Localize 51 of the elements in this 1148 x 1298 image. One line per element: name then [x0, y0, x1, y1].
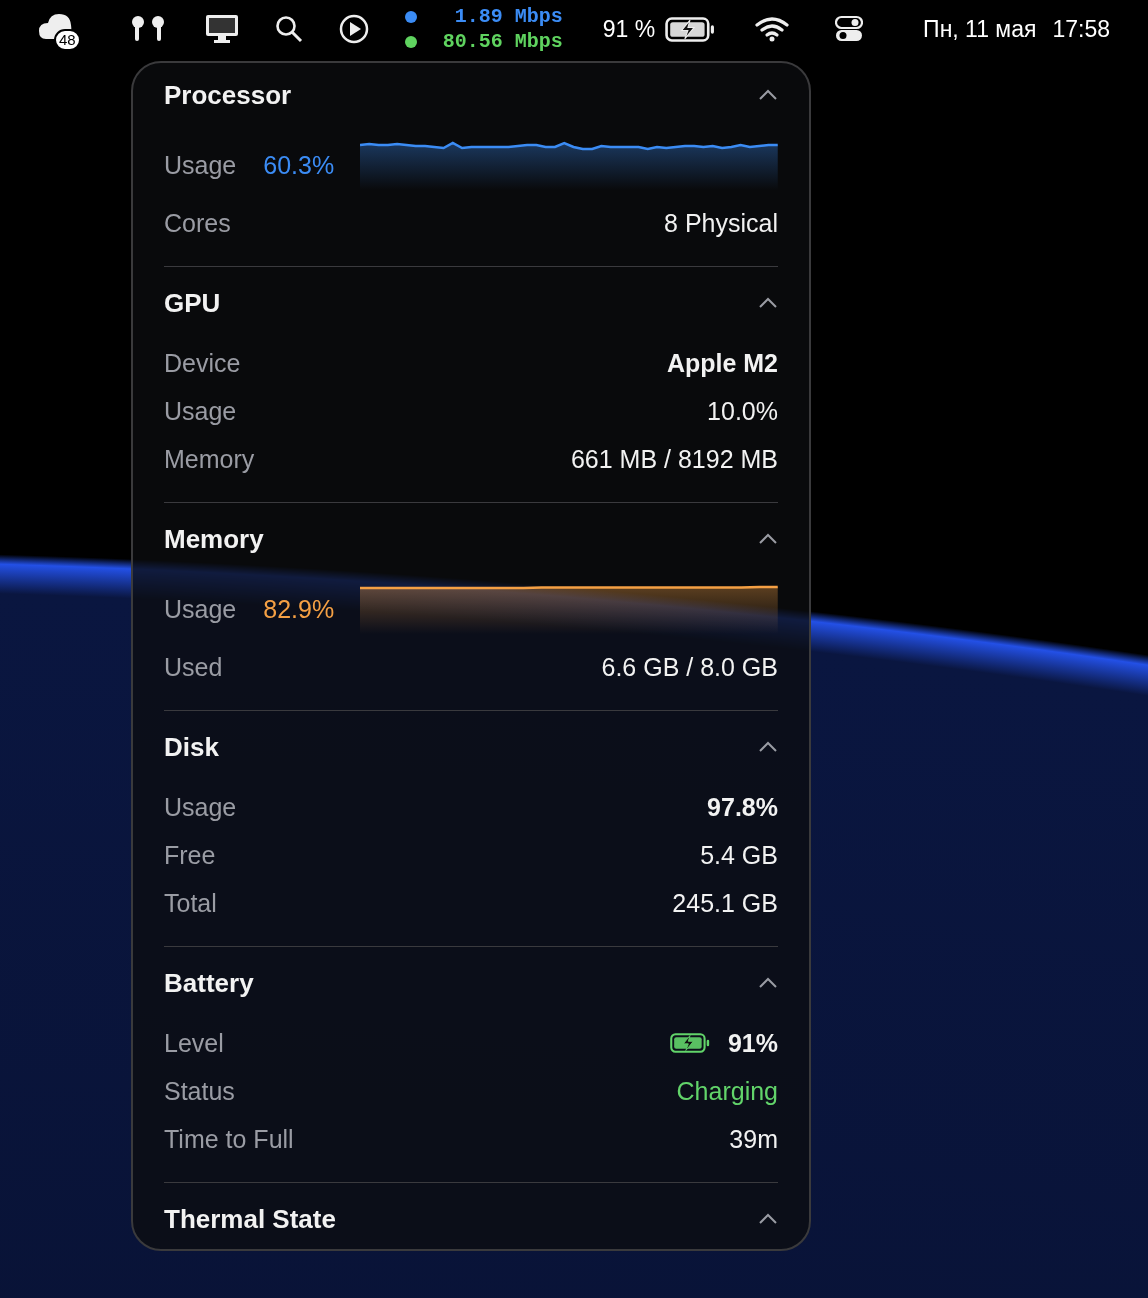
row-label: Usage [164, 792, 237, 822]
battery-charging-icon [669, 1033, 710, 1053]
row-value: 8 Physical [664, 208, 778, 238]
row-value: 10.0% [707, 396, 778, 426]
row-label: Status [164, 1076, 235, 1106]
network-rate: 80.56 Mbps [441, 29, 563, 54]
section-title: Thermal State [164, 1203, 336, 1235]
chevron-up-icon[interactable] [758, 1213, 778, 1225]
menu-bar-date[interactable]: Пн, 11 мая [923, 15, 1037, 43]
network-rate: 1.89 Mbps [453, 4, 563, 29]
row-value: 661 MB / 8192 MB [570, 444, 778, 474]
chevron-up-icon[interactable] [758, 741, 778, 753]
play-circle-icon[interactable] [338, 14, 369, 44]
row-value: 5.4 GB [700, 840, 778, 870]
row-value: 91% [727, 1028, 778, 1058]
section-title: Processor [164, 79, 292, 111]
chevron-up-icon[interactable] [758, 533, 778, 545]
menu-bar-time[interactable]: 17:58 [1052, 15, 1110, 43]
usage-value: 60.3% [263, 150, 336, 180]
row-label: Usage [164, 594, 237, 624]
row-value: Charging [676, 1076, 778, 1106]
row-value: 245.1 GB [672, 888, 778, 918]
row-value: 97.8% [707, 792, 778, 822]
row-label: Total [164, 888, 217, 918]
section-title: Battery [164, 967, 254, 999]
row-value: Apple M2 [666, 348, 778, 378]
search-icon[interactable] [274, 15, 303, 43]
battery-percent: 91 % [602, 15, 656, 43]
row-label: Level [164, 1028, 224, 1058]
row-label: Free [164, 840, 216, 870]
usage-value: 82.9% [263, 594, 336, 624]
row-value: 39m [729, 1124, 778, 1154]
notification-badge: 48 [53, 29, 81, 51]
row-label: Device [164, 348, 241, 378]
row-label: Usage [164, 150, 237, 180]
section-title: Memory [164, 523, 264, 555]
section-title: Disk [164, 731, 219, 763]
row-label: Time to Full [164, 1124, 294, 1154]
row-label: Memory [164, 444, 255, 474]
toggles-icon[interactable] [835, 15, 864, 43]
battery-charging-icon [665, 16, 716, 42]
row-label: Used [164, 652, 223, 682]
row-value: 6.6 GB / 8.0 GB [601, 652, 778, 682]
row-label: Cores [164, 208, 231, 238]
display-icon[interactable] [204, 14, 239, 44]
wifi-icon[interactable] [755, 16, 790, 42]
chevron-up-icon[interactable] [758, 297, 778, 309]
chevron-up-icon[interactable] [758, 89, 778, 101]
row-label: Usage [164, 396, 237, 426]
section-title: GPU [164, 287, 221, 319]
chevron-up-icon[interactable] [758, 977, 778, 989]
